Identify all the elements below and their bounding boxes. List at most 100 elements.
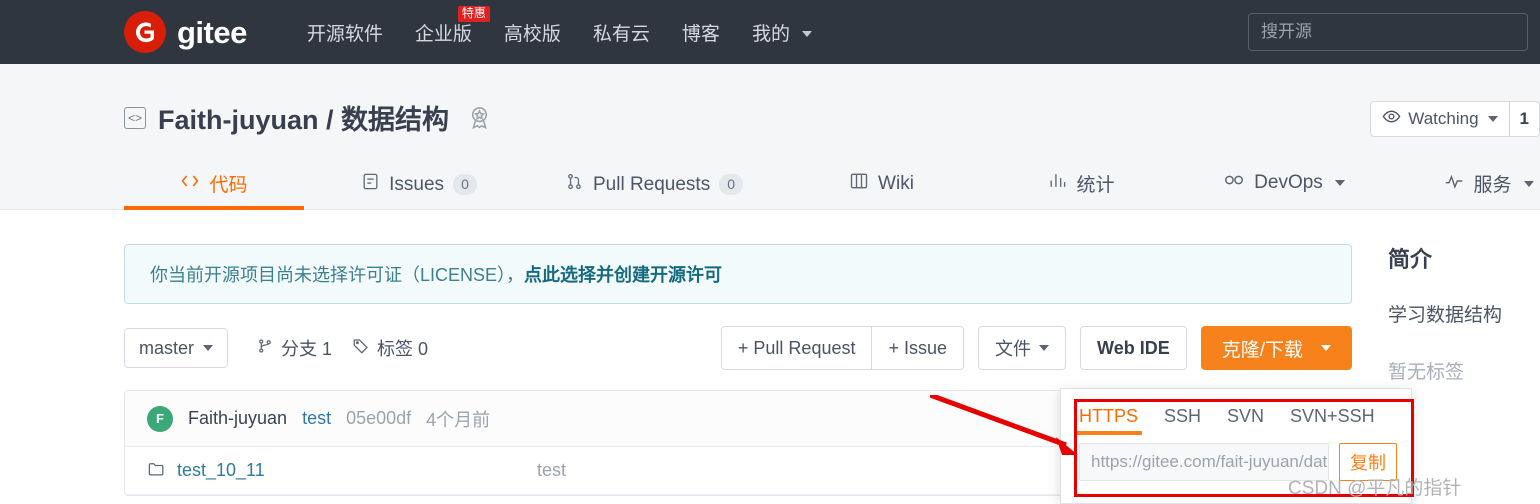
nav-item-label: 博客 — [681, 23, 720, 45]
branches-label: 分支 1 — [281, 339, 333, 359]
nav-item-enterprise[interactable]: 企业版 特惠 — [399, 5, 490, 46]
watching-label: Watching — [1408, 109, 1479, 128]
watch-control-group: Watching 1 — [1370, 101, 1540, 137]
branch-selector-label: master — [139, 337, 195, 358]
tab-label: 代码 — [209, 175, 248, 196]
sidebar-section-title: 简介 — [1388, 247, 1433, 272]
chevron-down-icon — [1334, 180, 1345, 186]
nav-item-label: 企业版 — [414, 23, 472, 45]
nav-item-campus[interactable]: 高校版 — [488, 19, 577, 46]
tab-label: Pull Requests — [592, 173, 711, 195]
nav-item-blog[interactable]: 博客 — [666, 19, 736, 46]
gitee-wordmark: gitee — [177, 14, 247, 50]
tab-services[interactable]: 服务 — [1394, 170, 1540, 210]
chart-bar-icon — [1048, 171, 1067, 196]
avatar[interactable]: F — [147, 405, 173, 432]
book-icon — [849, 171, 869, 197]
nav-item-label: 我的 — [751, 23, 790, 45]
issues-count: 0 — [453, 173, 477, 196]
nav-item-mine[interactable]: 我的 — [736, 19, 828, 46]
top-navigation-bar: gitee 开源软件 企业版 特惠 高校版 私有云 博客 我的 — [0, 0, 1540, 64]
search-input[interactable] — [1248, 13, 1528, 51]
tags-label: 标签 0 — [377, 339, 429, 359]
repository-description: 学习数据结构 — [1388, 305, 1503, 326]
tab-pull-requests[interactable]: Pull Requests 0 — [534, 172, 774, 210]
create-button-group: + Pull Request + Issue — [720, 326, 965, 370]
clone-tab-https[interactable]: HTTPS — [1074, 406, 1143, 435]
gitee-repository-page: gitee 开源软件 企业版 特惠 高校版 私有云 博客 我的 搜开源 <> F… — [0, 0, 1540, 504]
tab-label: Wiki — [878, 173, 914, 194]
nav-item-open-source[interactable]: 开源软件 — [291, 19, 399, 46]
web-ide-button[interactable]: Web IDE — [1080, 326, 1187, 370]
license-notice-banner: 你当前开源项目尚未选择许可证（LICENSE）， 点此选择并创建开源许可 — [124, 244, 1352, 304]
chevron-down-icon — [203, 345, 214, 351]
nav-item-label: 高校版 — [503, 23, 561, 45]
commit-author[interactable]: Faith-juyuan — [188, 408, 287, 429]
repository-full-name[interactable]: Faith-juyuan / 数据结构 — [158, 98, 449, 137]
folder-icon — [147, 459, 166, 483]
pulse-icon — [1444, 171, 1464, 197]
chevron-down-icon — [1487, 116, 1498, 122]
create-license-link[interactable]: 点此选择并创建开源许可 — [524, 261, 722, 287]
nav-item-label: 开源软件 — [306, 23, 383, 45]
eye-icon — [1382, 107, 1401, 131]
repository-sidebar: 简介 学习数据结构 暂无标签 — [1388, 210, 1540, 384]
tab-label: 统计 — [1076, 175, 1115, 196]
code-icon — [180, 171, 200, 197]
license-notice-text: 你当前开源项目尚未选择许可证（LICENSE）， — [150, 265, 525, 285]
commit-message[interactable]: test — [302, 408, 331, 429]
clone-download-button[interactable]: 克隆/下载 — [1200, 326, 1352, 370]
clone-tab-ssh[interactable]: SSH — [1164, 406, 1201, 435]
promo-badge: 特惠 — [457, 5, 490, 23]
tab-label: 服务 — [1473, 175, 1512, 196]
toolbar-actions: + Pull Request + Issue 文件 Web IDE 克隆/下载 — [720, 326, 1352, 370]
files-menu-label: 文件 — [995, 339, 1032, 359]
branch-selector[interactable]: master — [124, 328, 229, 368]
nav-item-label: 私有云 — [592, 23, 650, 45]
tab-label: Issues — [389, 173, 445, 195]
tab-code[interactable]: 代码 — [124, 170, 304, 210]
csdn-watermark: CSDN @平凡的指针 — [1288, 478, 1462, 499]
branches-count-link[interactable]: 分支 1 — [256, 335, 332, 361]
tab-devops[interactable]: DevOps — [1174, 169, 1394, 210]
tab-issues[interactable]: Issues 0 — [304, 172, 534, 210]
issues-icon — [361, 172, 380, 197]
chevron-down-icon — [1321, 345, 1331, 351]
files-menu-button[interactable]: 文件 — [978, 326, 1067, 370]
clone-tab-svn[interactable]: SVN — [1227, 406, 1264, 435]
watching-button[interactable]: Watching — [1370, 101, 1510, 137]
logo-g-glyph — [136, 22, 154, 43]
repository-toolbar: master 分支 1 标签 0 + Pull Request + Issue … — [124, 326, 1352, 370]
file-commit-message: test — [537, 460, 567, 480]
branch-icon — [256, 337, 274, 360]
tab-statistics[interactable]: 统计 — [989, 170, 1174, 210]
pull-requests-count: 0 — [719, 173, 744, 196]
clone-protocol-tabs: HTTPS SSH SVN SVN+SSH — [1061, 389, 1411, 435]
award-medal-icon — [466, 104, 493, 131]
gitee-logo[interactable]: gitee — [124, 11, 247, 53]
page-title: <> Faith-juyuan / 数据结构 — [124, 98, 493, 137]
repository-tags-empty: 暂无标签 — [1388, 362, 1465, 383]
chevron-down-icon — [1523, 180, 1534, 187]
code-brackets-icon: <> — [124, 106, 146, 129]
clone-tab-svn-ssh[interactable]: SVN+SSH — [1290, 406, 1375, 435]
commit-sha[interactable]: 05e00df — [346, 408, 411, 429]
repository-header: <> Faith-juyuan / 数据结构 Watching 1 代码 Iss… — [0, 64, 1540, 210]
chevron-down-icon — [1039, 345, 1050, 351]
tab-wiki[interactable]: Wiki — [774, 171, 989, 210]
pull-request-icon — [565, 172, 584, 197]
tags-count-link[interactable]: 标签 0 — [352, 335, 428, 361]
file-entry-link[interactable]: test_10_11 — [147, 459, 537, 483]
tag-icon — [352, 337, 370, 360]
gitee-logo-icon — [124, 11, 166, 53]
watch-count[interactable]: 1 — [1509, 101, 1540, 137]
file-name-label: test_10_11 — [177, 460, 265, 480]
new-issue-button[interactable]: + Issue — [872, 326, 965, 370]
tab-label: DevOps — [1254, 172, 1323, 193]
nav-links: 开源软件 企业版 特惠 高校版 私有云 博客 我的 — [291, 5, 828, 46]
infinity-icon — [1223, 169, 1245, 197]
new-pull-request-button[interactable]: + Pull Request — [720, 326, 873, 370]
nav-item-private-cloud[interactable]: 私有云 — [577, 19, 666, 46]
clone-download-label: 克隆/下载 — [1221, 339, 1303, 361]
commit-time: 4个月前 — [426, 409, 491, 430]
